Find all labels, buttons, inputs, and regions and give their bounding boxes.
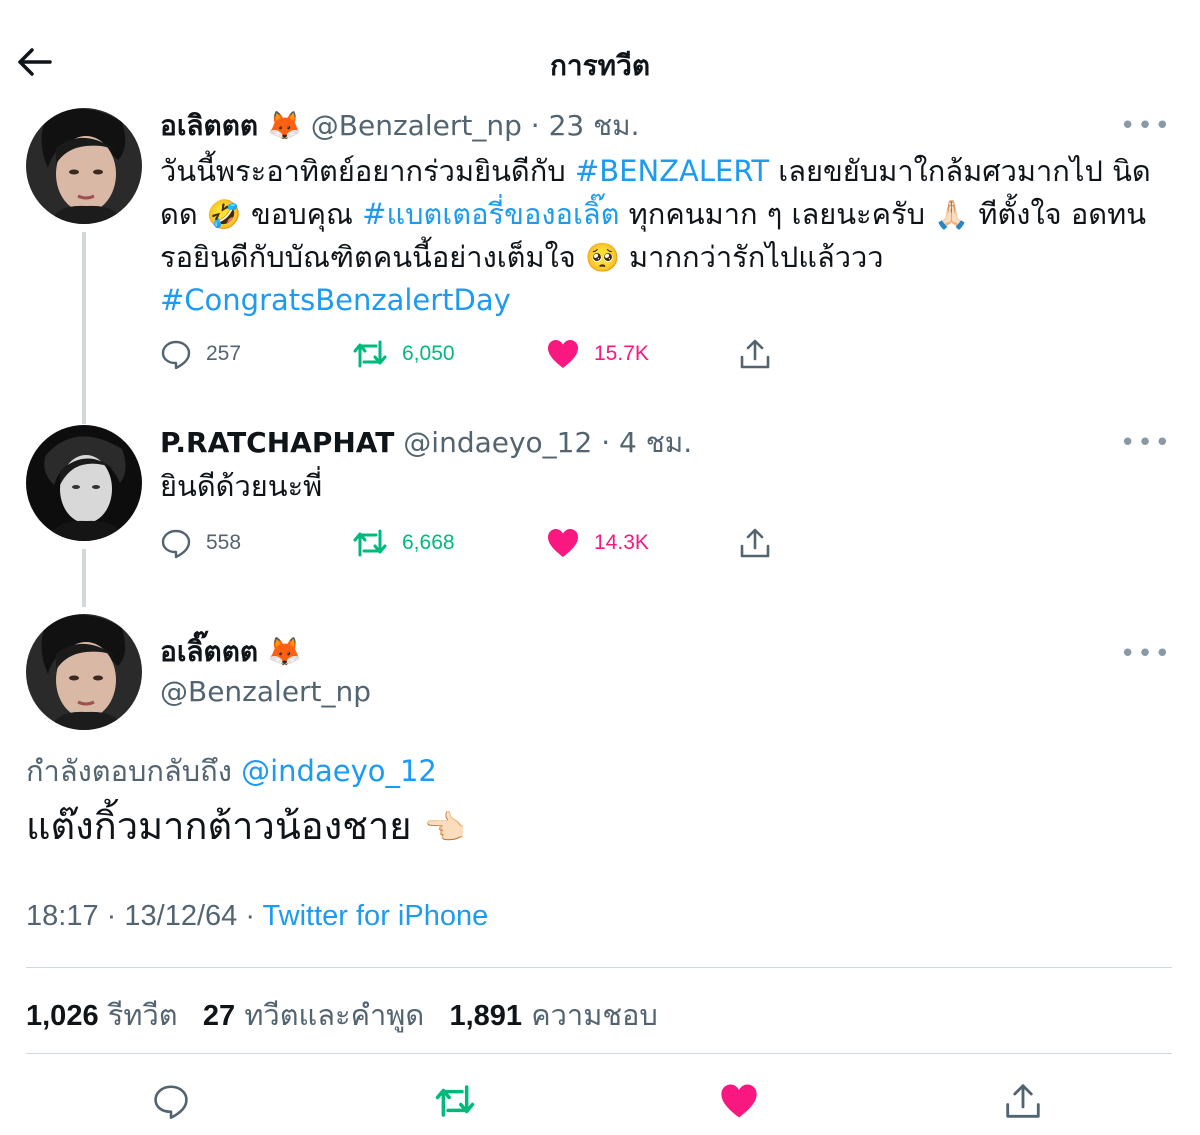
more-options-button[interactable]: •••	[1120, 430, 1172, 456]
divider	[26, 1053, 1172, 1054]
separator-dot: ·	[530, 109, 540, 142]
heart-icon	[548, 340, 578, 368]
tweet-source-link[interactable]: Twitter for iPhone	[263, 900, 489, 932]
like-button[interactable]	[714, 1078, 764, 1124]
hashtag-link[interactable]: #แบตเตอรี่ของอเลิ๊ต	[362, 197, 619, 231]
tweet-header: P.RATCHAPHAT @indaeyo_12 · 4 ชม.	[160, 425, 692, 461]
text-segment: ขอบคุณ	[241, 197, 363, 231]
handle[interactable]: @indaeyo_12	[403, 426, 592, 459]
share-icon	[740, 528, 770, 558]
reply-button[interactable]: 257	[160, 334, 241, 374]
fox-emoji: 🦊	[267, 635, 302, 668]
hashtag-link[interactable]: #BENZALERT	[575, 154, 769, 188]
page-title: การทวีต	[549, 49, 651, 82]
separator-dot: ·	[106, 900, 117, 932]
retweet-button[interactable]	[430, 1078, 480, 1124]
avatar[interactable]	[26, 425, 142, 541]
like-button[interactable]: 15.7K	[546, 334, 649, 374]
main-tweet-author: อเลิ๊ตตต 🦊 @Benzalert_np •••	[0, 614, 1200, 734]
timestamp[interactable]: 23 ชม.	[549, 109, 640, 142]
more-icon: •••	[1119, 639, 1172, 669]
tweet-text: วันนี้พระอาทิตย์อยากร่วมยินดีกับ #BENZAL…	[160, 150, 1170, 322]
reply-button[interactable]	[146, 1078, 196, 1124]
fox-emoji: 🦊	[267, 109, 302, 142]
retweet-icon	[353, 340, 387, 368]
more-options-button[interactable]: •••	[1120, 641, 1172, 667]
pleading-face-emoji: 🥺	[584, 241, 620, 274]
retweet-button[interactable]: 6,050	[352, 334, 455, 374]
handle[interactable]: @Benzalert_np	[311, 109, 522, 142]
tweet-time: 18:17	[26, 900, 99, 932]
more-icon: •••	[1119, 111, 1172, 141]
thread-tweet[interactable]: P.RATCHAPHAT @indaeyo_12 · 4 ชม. ••• ยิน…	[0, 425, 1200, 615]
retweet-icon	[353, 529, 387, 557]
like-count: 15.7K	[594, 342, 649, 365]
hashtag-link[interactable]: #CongratsBenzalertDay	[160, 283, 511, 317]
retweet-icon	[435, 1085, 475, 1117]
reply-button[interactable]: 558	[160, 523, 241, 563]
separator-dot: ·	[245, 900, 255, 932]
replying-to-handle[interactable]: @indaeyo_12	[241, 754, 437, 788]
timestamp[interactable]: 4 ชม.	[619, 426, 692, 459]
tweet-actions: 558 6,668 14.3K	[160, 523, 800, 563]
share-button[interactable]	[998, 1078, 1048, 1124]
retweet-button[interactable]: 6,668	[352, 523, 455, 563]
share-button[interactable]	[738, 334, 772, 374]
tweet-actions: 257 6,050 15.7K	[160, 334, 800, 374]
text-segment: วันนี้พระอาทิตย์อยากร่วมยินดีกับ	[160, 154, 575, 188]
quotes-stat[interactable]: 27 ทวีตและคำพูด	[203, 998, 440, 1032]
thread-line	[82, 232, 86, 424]
reply-icon	[161, 529, 191, 559]
main-tweet-actions	[0, 1070, 1200, 1130]
more-options-button[interactable]: •••	[1120, 113, 1172, 139]
tweet-detail-page: การทวีต อเลิตตต 🦊 @Benzalert_np · 23 ชม.	[0, 0, 1200, 1135]
share-button[interactable]	[738, 523, 772, 563]
top-header: การทวีต	[0, 0, 1200, 118]
tweet-meta: 18:17 · 13/12/64 · Twitter for iPhone	[26, 900, 488, 933]
reply-icon	[154, 1085, 188, 1119]
share-icon	[740, 339, 770, 369]
like-button[interactable]: 14.3K	[546, 523, 649, 563]
main-text-body: แต๊งกิ้วมากต้าวน้องชาย	[26, 804, 412, 848]
pointing-left-emoji: 👈🏻	[423, 808, 467, 848]
reply-count: 558	[206, 531, 242, 554]
main-tweet-text: แต๊งกิ้วมากต้าวน้องชาย 👈🏻	[26, 800, 466, 854]
display-name[interactable]: อเลิ๊ตตต	[160, 635, 258, 668]
tweet-text: ยินดีด้วยนะพี่	[160, 469, 323, 503]
folded-hands-emoji: 🙏🏻	[934, 198, 970, 231]
likes-stat[interactable]: 1,891 ความชอบ	[449, 998, 673, 1032]
tweet-header: อเลิตตต 🦊 @Benzalert_np · 23 ชม.	[160, 108, 639, 144]
rofl-emoji: 🤣	[206, 198, 242, 231]
engagement-stats: 1,026 รีทวีต 27 ทวีตและคำพูด 1,891 ความช…	[26, 992, 674, 1038]
tweet-date: 13/12/64	[124, 900, 238, 932]
heart-icon	[721, 1084, 757, 1118]
more-icon: •••	[1119, 428, 1172, 458]
display-name[interactable]: P.RATCHAPHAT	[160, 426, 394, 459]
retweets-stat[interactable]: 1,026 รีทวีต	[26, 998, 194, 1032]
retweet-count: 6,668	[402, 531, 455, 554]
reply-count: 257	[206, 342, 242, 365]
text-segment: มากกว่ารักไปแล้ววว	[619, 240, 884, 274]
divider	[26, 967, 1172, 968]
like-count: 14.3K	[594, 531, 649, 554]
author-name-row: อเลิ๊ตตต 🦊	[160, 634, 302, 670]
separator-dot: ·	[601, 426, 611, 459]
reply-icon	[161, 340, 191, 370]
text-segment: ทุกคนมาก ๆ เลยนะครับ	[619, 197, 935, 231]
thread-line	[82, 549, 86, 607]
replying-to: กำลังตอบกลับถึง @indaeyo_12	[26, 748, 437, 794]
handle[interactable]: @Benzalert_np	[160, 674, 371, 710]
display-name[interactable]: อเลิตตต	[160, 109, 258, 142]
avatar[interactable]	[26, 108, 142, 224]
avatar[interactable]	[26, 614, 142, 730]
replying-to-label: กำลังตอบกลับถึง	[26, 754, 232, 788]
heart-icon	[548, 529, 578, 557]
thread-tweet[interactable]: อเลิตตต 🦊 @Benzalert_np · 23 ชม. ••• วัน…	[0, 108, 1200, 424]
retweet-count: 6,050	[402, 342, 455, 365]
share-icon	[1006, 1084, 1040, 1118]
